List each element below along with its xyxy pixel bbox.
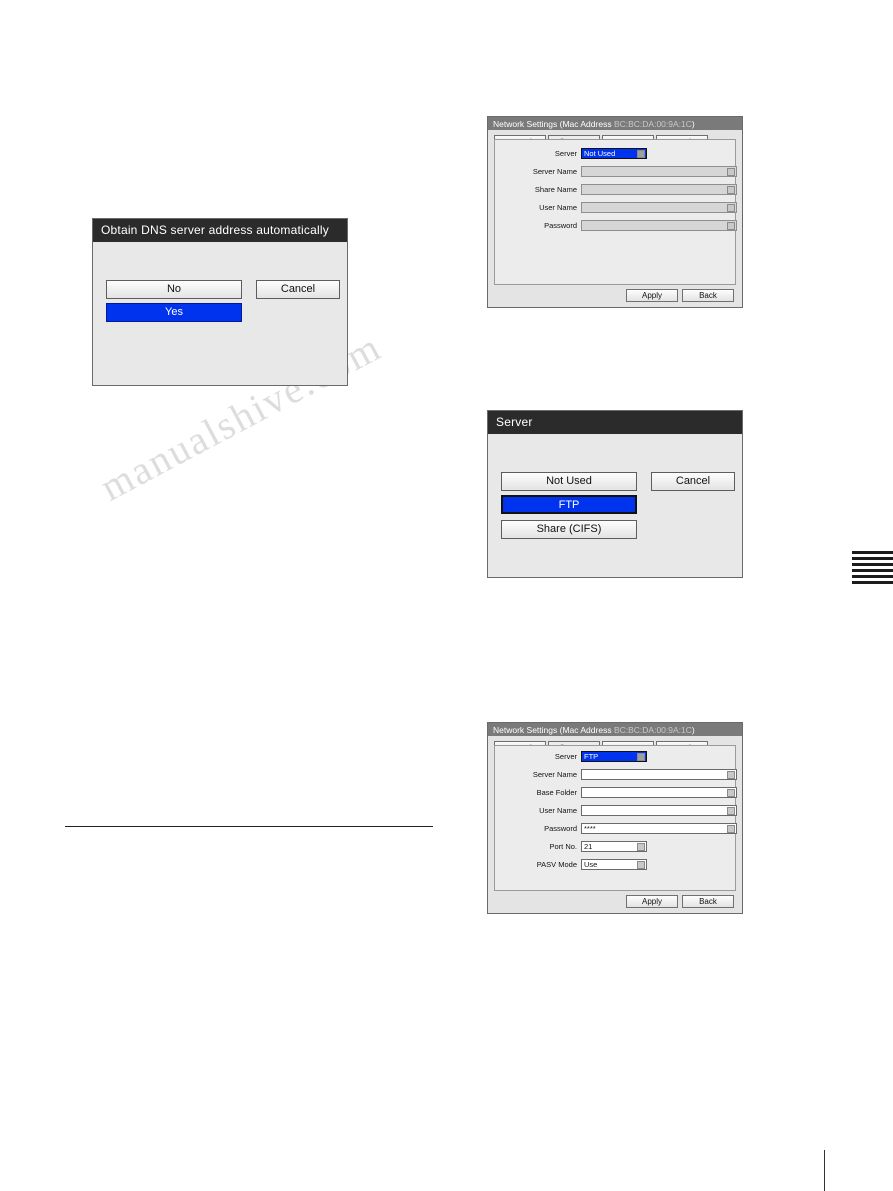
network-settings-ftp-mac-address: BC:BC:DA:00:9A:1C — [613, 725, 692, 735]
server-select-dialog-title: Server — [488, 411, 742, 434]
chevron-down-icon[interactable] — [637, 753, 645, 761]
form-row-server-ftp: Server FTP — [495, 751, 735, 763]
label-server-name-ftp: Server Name — [532, 770, 577, 779]
network-settings-mac-address: BC:BC:DA:00:9A:1C — [613, 119, 692, 129]
apply-button-ftp[interactable]: Apply — [626, 895, 678, 908]
label-base-folder: Base Folder — [536, 788, 577, 797]
network-settings-ftp-footer: Apply Back — [494, 895, 736, 909]
page-edge-marker — [852, 551, 893, 589]
network-settings-ftp-title-suffix: ) — [691, 725, 695, 735]
field-user-name[interactable] — [581, 202, 737, 213]
field-share-name[interactable] — [581, 184, 737, 195]
form-row-port-no: Port No. 21 — [495, 841, 735, 853]
network-settings-footer: Apply Back — [494, 289, 736, 303]
form-row-server: Server Not Used — [495, 148, 735, 160]
network-settings-title-bar: Network Settings (Mac Address BC:BC:DA:0… — [488, 117, 742, 130]
field-port-no[interactable]: 21 — [581, 841, 647, 852]
keyboard-icon[interactable] — [727, 807, 735, 815]
form-row-password-ftp: Password **** — [495, 823, 737, 835]
file-server-form-not-used: Server Not Used Server Name Share Name U… — [494, 139, 737, 285]
form-row-server-name: Server Name — [495, 166, 737, 178]
server-ftp-button[interactable]: FTP — [501, 495, 637, 514]
form-row-password: Password — [495, 220, 737, 232]
keyboard-icon[interactable] — [727, 204, 735, 212]
network-settings-title-prefix: Network Settings (Mac Address — [493, 119, 614, 129]
back-button[interactable]: Back — [682, 289, 734, 302]
label-server: Server — [554, 149, 577, 158]
field-base-folder[interactable] — [581, 787, 737, 798]
dns-cancel-button[interactable]: Cancel — [256, 280, 340, 299]
keyboard-icon[interactable] — [727, 771, 735, 779]
label-user-name: User Name — [539, 203, 577, 212]
field-server[interactable]: Not Used — [581, 148, 647, 159]
horizontal-rule — [65, 826, 433, 827]
form-row-base-folder: Base Folder — [495, 787, 737, 799]
obtain-dns-dialog: Obtain DNS server address automatically … — [92, 218, 348, 386]
file-server-form-ftp: Server FTP Server Name Base Folder User … — [494, 745, 737, 891]
field-password[interactable] — [581, 220, 737, 231]
field-server-ftp[interactable]: FTP — [581, 751, 647, 762]
field-server-name[interactable] — [581, 166, 737, 177]
form-row-user-name: User Name — [495, 202, 737, 214]
chevron-down-icon[interactable] — [637, 861, 645, 869]
dns-yes-button[interactable]: Yes — [106, 303, 242, 322]
field-server-name-ftp[interactable] — [581, 769, 737, 780]
chevron-down-icon[interactable] — [637, 150, 645, 158]
label-user-name-ftp: User Name — [539, 806, 577, 815]
network-settings-panel-not-used: Network Settings (Mac Address BC:BC:DA:0… — [487, 116, 743, 308]
label-password-ftp: Password — [544, 824, 577, 833]
field-user-name-ftp[interactable] — [581, 805, 737, 816]
field-pasv-mode[interactable]: Use — [581, 859, 647, 870]
network-settings-ftp-title-prefix: Network Settings (Mac Address — [493, 725, 614, 735]
back-button-ftp[interactable]: Back — [682, 895, 734, 908]
server-share-cifs-button[interactable]: Share (CIFS) — [501, 520, 637, 539]
dns-no-button[interactable]: No — [106, 280, 242, 299]
server-cancel-button[interactable]: Cancel — [651, 472, 735, 491]
network-settings-panel-ftp: Network Settings (Mac Address BC:BC:DA:0… — [487, 722, 743, 914]
page-right-edge-line — [824, 1150, 825, 1191]
form-row-server-name-ftp: Server Name — [495, 769, 737, 781]
server-select-dialog-body: Not Used Cancel FTP Share (CIFS) — [488, 434, 742, 600]
form-row-share-name: Share Name — [495, 184, 737, 196]
label-server-name: Server Name — [532, 167, 577, 176]
label-share-name: Share Name — [534, 185, 577, 194]
obtain-dns-dialog-body: No Cancel Yes — [93, 242, 347, 408]
keyboard-icon[interactable] — [727, 222, 735, 230]
label-server-ftp: Server — [554, 752, 577, 761]
obtain-dns-dialog-title: Obtain DNS server address automatically — [93, 219, 347, 242]
server-select-dialog: Server Not Used Cancel FTP Share (CIFS) — [487, 410, 743, 578]
numeric-keypad-icon[interactable] — [637, 843, 645, 851]
form-row-user-name-ftp: User Name — [495, 805, 737, 817]
label-port-no: Port No. — [549, 842, 577, 851]
field-password-ftp[interactable]: **** — [581, 823, 737, 834]
label-pasv-mode: PASV Mode — [536, 860, 577, 869]
keyboard-icon[interactable] — [727, 168, 735, 176]
network-settings-ftp-title-bar: Network Settings (Mac Address BC:BC:DA:0… — [488, 723, 742, 736]
keyboard-icon[interactable] — [727, 186, 735, 194]
network-settings-title-suffix: ) — [691, 119, 695, 129]
form-row-pasv-mode: PASV Mode Use — [495, 859, 735, 871]
keyboard-icon[interactable] — [727, 825, 735, 833]
keyboard-icon[interactable] — [727, 789, 735, 797]
apply-button[interactable]: Apply — [626, 289, 678, 302]
server-not-used-button[interactable]: Not Used — [501, 472, 637, 491]
label-password: Password — [544, 221, 577, 230]
